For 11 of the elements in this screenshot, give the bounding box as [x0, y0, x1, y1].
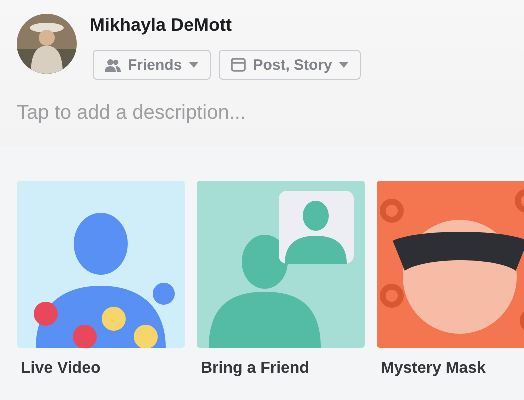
effect-label[interactable]: Live Video	[17, 360, 185, 378]
effect-label[interactable]: Bring a Friend	[197, 360, 365, 378]
window-icon	[231, 58, 246, 72]
effect-label[interactable]: Mystery Mask	[377, 360, 524, 378]
audience-button[interactable]: Post, Story	[219, 50, 362, 80]
user-name: Mikhayla DeMott	[90, 15, 234, 36]
caret-icon	[189, 62, 200, 68]
audience-button[interactable]: Friends	[93, 50, 212, 80]
caret-icon	[339, 62, 350, 68]
people-icon	[105, 58, 121, 72]
description-field[interactable]: Tap to add a description...	[17, 102, 497, 125]
